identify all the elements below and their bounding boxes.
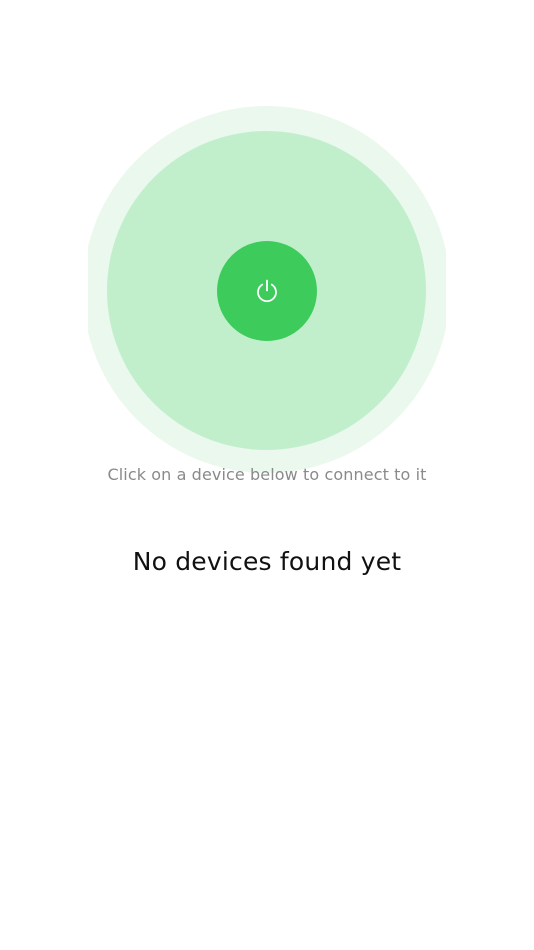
power-icon bbox=[254, 278, 280, 304]
power-button[interactable] bbox=[217, 241, 317, 341]
connect-hint: Click on a device below to connect to it bbox=[107, 465, 427, 484]
no-devices-message: No devices found yet bbox=[132, 547, 402, 576]
